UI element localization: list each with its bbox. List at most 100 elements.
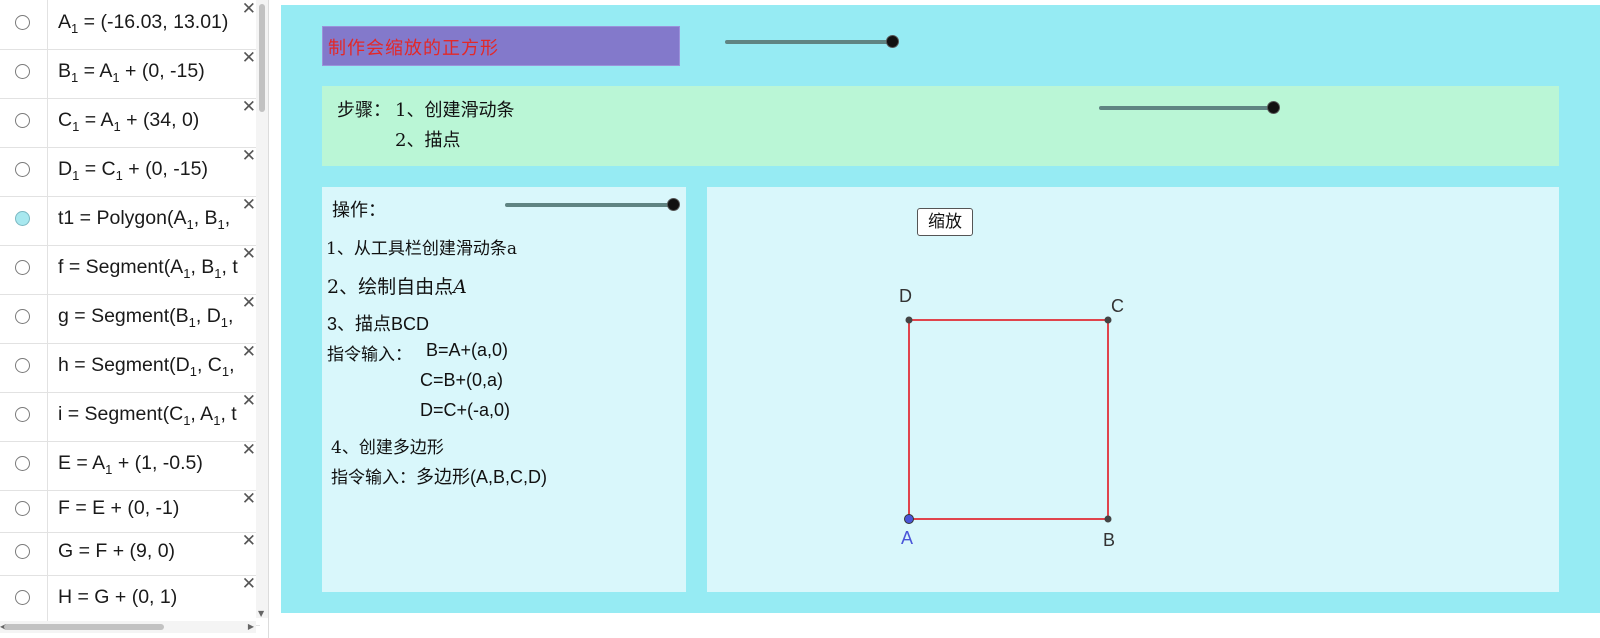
point-D[interactable]	[905, 316, 913, 324]
visibility-toggle-cell[interactable]	[0, 441, 48, 490]
point-D-label: D	[899, 286, 912, 306]
horizontal-scrollbar[interactable]: ◀ ▶	[0, 621, 256, 633]
slider-steps-track[interactable]	[1099, 106, 1269, 110]
close-icon[interactable]: ✕	[242, 99, 256, 116]
close-icon[interactable]: ✕	[242, 1, 256, 18]
visibility-toggle-icon[interactable]	[15, 162, 30, 177]
visibility-toggle-cell[interactable]	[0, 532, 48, 575]
close-icon[interactable]: ✕	[242, 148, 256, 165]
visibility-toggle-icon[interactable]	[15, 309, 30, 324]
cmd-label: 指令输入：	[327, 345, 412, 365]
close-icon[interactable]: ✕	[242, 197, 256, 214]
algebra-row-g[interactable]: g = Segment(B1, D1, ✕	[0, 294, 260, 344]
visibility-toggle-cell[interactable]	[0, 49, 48, 98]
visibility-toggle-cell[interactable]	[0, 343, 48, 392]
algebra-expression[interactable]: E = A1 + (1, -0.5)	[58, 452, 260, 477]
visibility-toggle-icon[interactable]	[15, 407, 30, 422]
visibility-toggle-icon[interactable]	[15, 64, 30, 79]
point-A[interactable]	[904, 514, 914, 524]
visibility-toggle-icon[interactable]	[15, 456, 30, 471]
algebra-row-d1[interactable]: D1 = C1 + (0, -15) ✕	[0, 147, 260, 197]
algebra-expression[interactable]: B1 = A1 + (0, -15)	[58, 60, 260, 85]
close-icon[interactable]: ✕	[242, 344, 256, 361]
close-icon[interactable]: ✕	[242, 533, 256, 550]
scrollbar-thumb[interactable]	[259, 4, 265, 112]
algebra-row-f[interactable]: f = Segment(A1, B1, t ✕	[0, 245, 260, 295]
algebra-row-i[interactable]: i = Segment(C1, A1, t ✕	[0, 392, 260, 442]
visibility-toggle-icon[interactable]	[15, 590, 30, 605]
algebra-row-c1[interactable]: C1 = A1 + (34, 0) ✕	[0, 98, 260, 148]
scroll-down-arrow-icon[interactable]: ▼	[258, 609, 264, 618]
algebra-expression[interactable]: h = Segment(D1, C1,	[58, 354, 260, 379]
slider-top-track[interactable]	[725, 40, 893, 44]
point-C[interactable]	[1104, 316, 1112, 324]
algebra-expression[interactable]: A1 = (-16.03, 13.01)	[58, 11, 260, 36]
cmd4-label: 指令输入：多边形(A,B,C,D)	[331, 467, 548, 488]
ops-label: 操作：	[332, 200, 386, 221]
algebra-row-h[interactable]: h = Segment(D1, C1, ✕	[0, 343, 260, 393]
square-figure	[904, 316, 1112, 524]
step-1: 1、创建滑动条	[395, 100, 515, 121]
visibility-toggle-cell[interactable]	[0, 245, 48, 294]
visibility-toggle-cell[interactable]	[0, 147, 48, 196]
algebra-expression[interactable]: C1 = A1 + (34, 0)	[58, 109, 260, 134]
visibility-toggle-icon[interactable]	[15, 501, 30, 516]
close-icon[interactable]: ✕	[242, 50, 256, 67]
algebra-expression[interactable]: H = G + (0, 1)	[58, 586, 260, 609]
scroll-right-arrow-icon[interactable]: ▶	[248, 622, 254, 631]
algebra-row-ff[interactable]: F = E + (0, -1) ✕	[0, 490, 260, 533]
algebra-row-e[interactable]: E = A1 + (1, -0.5) ✕	[0, 441, 260, 491]
visibility-toggle-cell[interactable]	[0, 575, 48, 625]
cmd-3: D=C+(-a,0)	[420, 400, 511, 420]
vertical-scrollbar[interactable]: ▼	[256, 0, 268, 618]
visibility-toggle-icon[interactable]	[15, 260, 30, 275]
visibility-toggle-icon[interactable]	[15, 15, 30, 30]
slider-ops-track[interactable]	[505, 203, 673, 207]
close-icon[interactable]: ✕	[242, 246, 256, 263]
slider-ops-handle[interactable]	[667, 198, 680, 211]
close-icon[interactable]: ✕	[242, 442, 256, 459]
cmd-2: C=B+(0,a)	[420, 370, 504, 390]
close-icon[interactable]: ✕	[242, 576, 256, 593]
visibility-toggle-cell[interactable]	[0, 0, 48, 49]
algebra-row-hh[interactable]: H = G + (0, 1) ✕	[0, 575, 260, 626]
point-A-label: A	[901, 528, 914, 548]
slider-top-handle[interactable]	[886, 35, 899, 48]
point-B[interactable]	[1104, 515, 1112, 523]
algebra-expression[interactable]: F = E + (0, -1)	[58, 497, 260, 520]
operations-box: 操作： 1、从工具栏创建滑动条a 2、绘制自由点A 3、描点BCD 指令输入： …	[322, 187, 686, 592]
algebra-expression[interactable]: D1 = C1 + (0, -15)	[58, 158, 260, 183]
visibility-toggle-cell[interactable]	[0, 392, 48, 441]
scrollbar-thumb[interactable]	[4, 624, 164, 630]
square-polygon[interactable]	[908, 319, 1109, 520]
algebra-view[interactable]: A1 = (-16.03, 13.01) ✕ B1 = A1 + (0, -15) ✕…	[0, 0, 269, 638]
visibility-toggle-cell[interactable]	[0, 98, 48, 147]
visibility-toggle-icon[interactable]	[15, 211, 30, 226]
ops-line-2: 2、绘制自由点A	[327, 276, 467, 298]
slider-steps-handle[interactable]	[1267, 101, 1280, 114]
visibility-toggle-icon[interactable]	[15, 113, 30, 128]
drawing-canvas[interactable]: 缩放 D C B A	[707, 187, 1559, 592]
steps-label: 步骤：	[337, 100, 391, 121]
point-B-label: B	[1103, 530, 1116, 550]
visibility-toggle-icon[interactable]	[15, 358, 30, 373]
close-icon[interactable]: ✕	[242, 491, 256, 508]
algebra-expression[interactable]: f = Segment(A1, B1, t	[58, 256, 260, 281]
visibility-toggle-cell[interactable]	[0, 196, 48, 245]
title-box: 制作会缩放的正方形	[322, 26, 680, 66]
visibility-toggle-icon[interactable]	[15, 544, 30, 559]
point-C-label: C	[1111, 296, 1124, 316]
algebra-row-gg[interactable]: G = F + (9, 0) ✕	[0, 532, 260, 576]
visibility-toggle-cell[interactable]	[0, 490, 48, 532]
algebra-row-t1[interactable]: t1 = Polygon(A1, B1, ✕	[0, 196, 260, 246]
algebra-row-a1[interactable]: A1 = (-16.03, 13.01) ✕	[0, 0, 260, 50]
algebra-expression[interactable]: i = Segment(C1, A1, t	[58, 403, 260, 428]
visibility-toggle-cell[interactable]	[0, 294, 48, 343]
close-icon[interactable]: ✕	[242, 295, 256, 312]
algebra-row-b1[interactable]: B1 = A1 + (0, -15) ✕	[0, 49, 260, 99]
algebra-expression[interactable]: G = F + (9, 0)	[58, 540, 260, 563]
algebra-expression[interactable]: t1 = Polygon(A1, B1,	[58, 207, 260, 232]
algebra-expression[interactable]: g = Segment(B1, D1,	[58, 305, 260, 330]
close-icon[interactable]: ✕	[242, 393, 256, 410]
graphics-view[interactable]: 制作会缩放的正方形 步骤： 1、创建滑动条 2、描点 操作： 1、从工具栏创建滑…	[281, 5, 1600, 613]
